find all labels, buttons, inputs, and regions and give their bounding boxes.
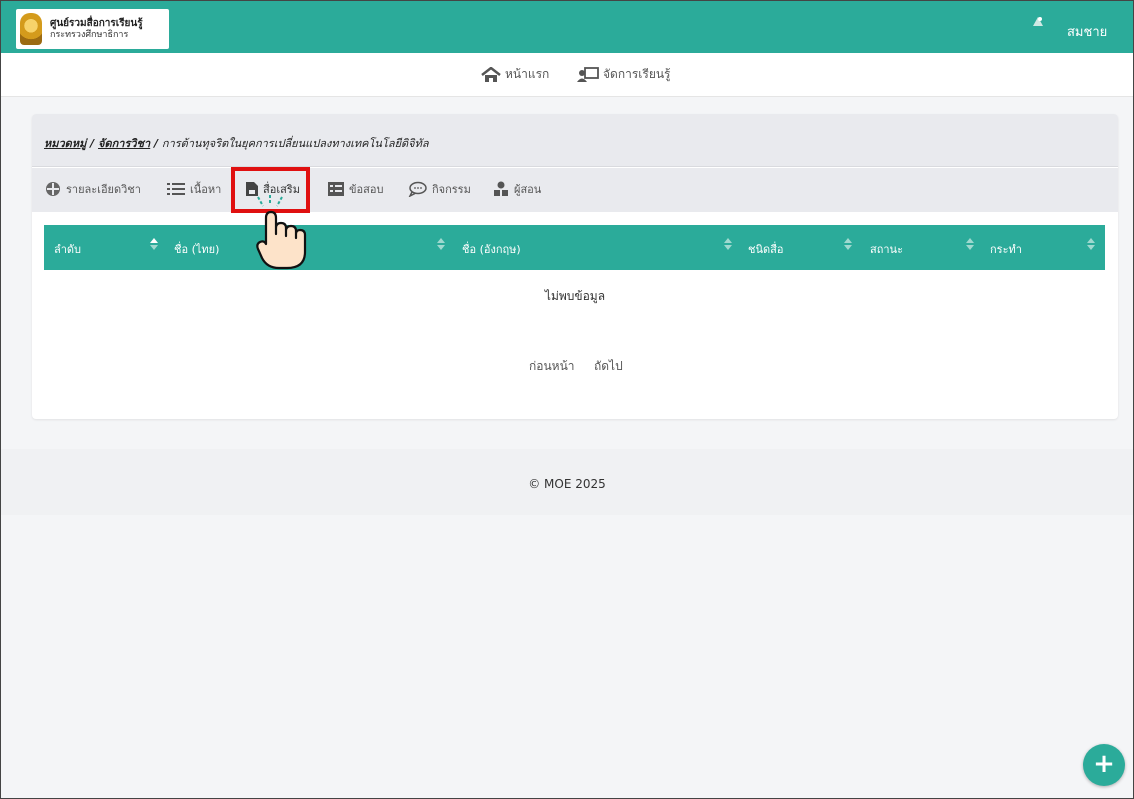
- sort-icon[interactable]: [724, 237, 732, 251]
- course-card: หมวดหมู่ / จัดการวิชา / การต้านทุจริตในย…: [32, 114, 1118, 419]
- tab-bar: รายละเอียดวิชา เนื้อหา สื่อเสริม ข้อสอบ …: [32, 168, 1118, 212]
- main-nav: หน้าแรก จัดการเรียนรู้: [1, 53, 1133, 97]
- col-media-type[interactable]: ชนิดสื่อ: [748, 240, 783, 258]
- col-name-english[interactable]: ชื่อ (อังกฤษ): [462, 240, 521, 258]
- breadcrumb-category[interactable]: หมวดหมู่: [44, 137, 86, 150]
- nav-manage-learning[interactable]: จัดการเรียนรู้: [577, 65, 671, 84]
- col-order[interactable]: ลำดับ: [54, 240, 81, 258]
- chat-bubble-icon: [408, 181, 427, 197]
- sort-icon[interactable]: [437, 237, 445, 251]
- sort-icon[interactable]: [150, 237, 158, 251]
- user-name[interactable]: สมชาย: [1067, 21, 1107, 42]
- sort-icon[interactable]: [1087, 237, 1095, 251]
- pager-prev[interactable]: ก่อนหน้า: [529, 357, 575, 376]
- pointer-hand-icon: [256, 195, 307, 270]
- table-list-icon: [328, 182, 344, 196]
- empty-message: ไม่พบข้อมูล: [544, 289, 606, 303]
- list-icon: [167, 183, 185, 195]
- logo-title: ศูนย์รวมสื่อการเรียนรู้: [50, 18, 143, 30]
- sort-icon[interactable]: [966, 237, 974, 251]
- col-action[interactable]: กระทำ: [990, 240, 1022, 258]
- footer: © MOE 2025: [1, 449, 1133, 515]
- tab-activities[interactable]: กิจกรรม: [408, 180, 471, 198]
- card-header: หมวดหมู่ / จัดการวิชา / การต้านทุจริตในย…: [32, 114, 1118, 167]
- col-name-thai[interactable]: ชื่อ (ไทย): [174, 240, 219, 258]
- sort-icon[interactable]: [844, 237, 852, 251]
- breadcrumb-current: การต้านทุจริตในยุคการเปลี่ยนแปลงทางเทคโน…: [161, 137, 429, 150]
- tab-exam[interactable]: ข้อสอบ: [327, 180, 383, 198]
- tab-course-details[interactable]: รายละเอียดวิชา: [44, 180, 141, 198]
- teacher-board-icon: [577, 66, 599, 82]
- table-header: ลำดับ ชื่อ (ไทย) ชื่อ (อังกฤษ) ชนิดสื่อ …: [44, 225, 1105, 270]
- col-status[interactable]: สถานะ: [870, 240, 903, 258]
- copyright-text: © MOE 2025: [528, 477, 606, 491]
- users-icon: [494, 181, 508, 196]
- logo-subtitle: กระทรวงศึกษาธิการ: [50, 29, 129, 40]
- breadcrumb-subjects[interactable]: จัดการวิชา: [98, 137, 150, 150]
- nav-home-label: หน้าแรก: [505, 67, 550, 81]
- nav-manage-label: จัดการเรียนรู้: [603, 67, 671, 81]
- info-circle-icon: [46, 182, 60, 196]
- pager-next[interactable]: ถัดไป: [594, 357, 623, 376]
- top-bar: ศูนย์รวมสื่อการเรียนรู้ กระทรวงศึกษาธิกา…: [1, 1, 1133, 53]
- ministry-emblem-icon: [20, 13, 42, 45]
- breadcrumb: หมวดหมู่ / จัดการวิชา / การต้านทุจริตในย…: [44, 137, 429, 150]
- nav-home[interactable]: หน้าแรก: [481, 65, 549, 84]
- logo[interactable]: ศูนย์รวมสื่อการเรียนรู้ กระทรวงศึกษาธิกา…: [16, 9, 169, 49]
- home-icon: [481, 66, 501, 82]
- add-button[interactable]: +: [1083, 744, 1125, 786]
- tab-instructors[interactable]: ผู้สอน: [492, 180, 541, 198]
- user-avatar-icon[interactable]: [1031, 14, 1045, 28]
- tab-content[interactable]: เนื้อหา: [166, 180, 221, 198]
